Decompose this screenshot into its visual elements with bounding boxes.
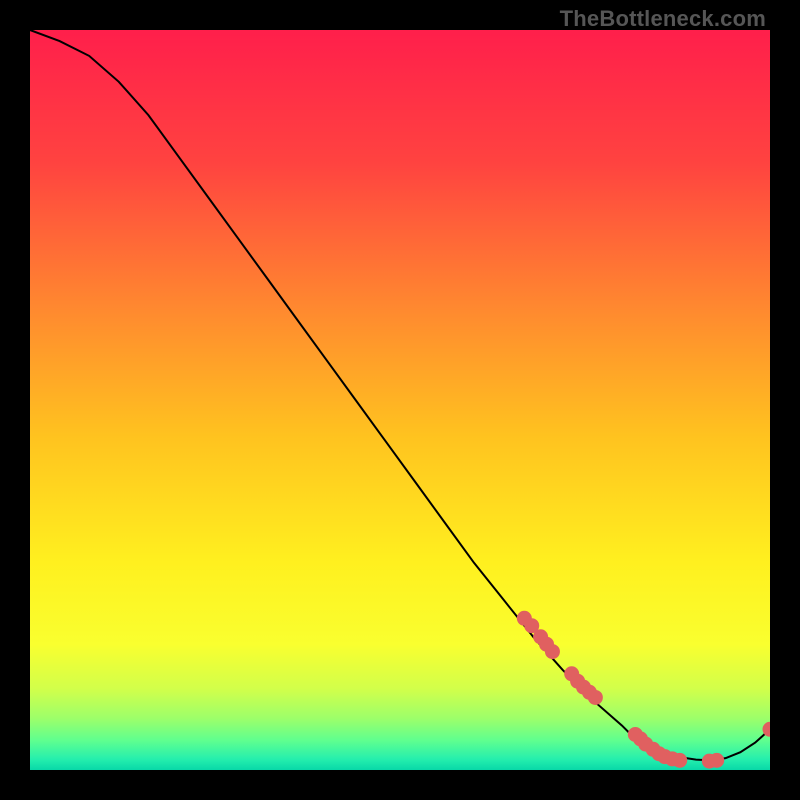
data-marker — [709, 753, 724, 768]
data-marker — [588, 690, 603, 705]
bottleneck-chart — [30, 30, 770, 770]
data-marker — [545, 644, 560, 659]
chart-frame — [30, 30, 770, 770]
data-marker — [672, 753, 687, 768]
gradient-background — [30, 30, 770, 770]
watermark-text: TheBottleneck.com — [560, 6, 766, 32]
